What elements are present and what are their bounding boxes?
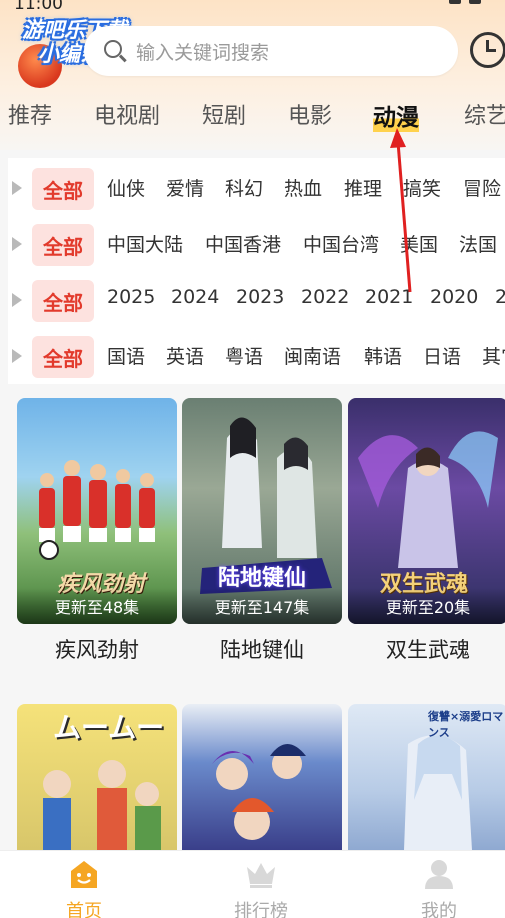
filter-panel: 全部 仙侠 爱情 科幻 热血 推理 搞笑 冒险 全部 中国大陆 中国香港 中国台… [8, 158, 505, 384]
video-card[interactable]: 復讐×溺愛ロマンス [348, 704, 505, 850]
filter-option[interactable]: 2021 [365, 286, 413, 308]
filter-option[interactable]: 中国香港 [205, 230, 281, 257]
video-title: 疾风劲射 [55, 638, 139, 662]
video-title: 双生武魂 [386, 638, 470, 662]
tab-tv-series[interactable]: 电视剧 [94, 98, 160, 130]
nav-profile-label: 我的 [421, 901, 457, 918]
filter-option[interactable]: 2022 [301, 286, 349, 308]
poster-image: ムームー [17, 704, 177, 850]
filter-row-genre: 全部 仙侠 爱情 科幻 热血 推理 搞笑 冒险 [8, 164, 505, 210]
filter-all-chip[interactable]: 全部 [32, 336, 94, 378]
filter-option[interactable]: 2025 [107, 286, 155, 308]
filter-all-chip[interactable]: 全部 [32, 168, 94, 210]
search-input[interactable]: 输入关键词搜索 [84, 26, 458, 76]
poster-image [182, 704, 342, 850]
filter-option[interactable]: 国语 [107, 342, 145, 369]
poster-title-art: 復讐×溺愛ロマンス [428, 710, 504, 739]
tab-short-drama[interactable]: 短剧 [202, 98, 246, 130]
filter-option[interactable]: 2019 [495, 286, 505, 308]
poster-image: 復讐×溺愛ロマンス [348, 704, 505, 850]
filter-option[interactable]: 热血 [284, 174, 322, 201]
tab-anime[interactable]: 动漫 [373, 98, 419, 132]
history-icon[interactable] [470, 32, 505, 68]
filter-option[interactable]: 中国台湾 [303, 230, 379, 257]
crown-icon [247, 863, 275, 888]
filter-option[interactable]: 美国 [400, 230, 438, 257]
filter-row-region: 全部 中国大陆 中国香港 中国台湾 美国 法国 [8, 220, 505, 266]
filter-option[interactable]: 2024 [171, 286, 219, 308]
nav-ranking-label: 排行榜 [234, 901, 288, 918]
video-card[interactable]: 双生武魂 更新至20集 双生武魂 [348, 398, 505, 668]
nav-home-label: 首页 [66, 901, 102, 918]
filter-all-chip[interactable]: 全部 [32, 280, 94, 322]
episode-badge: 更新至20集 [348, 588, 505, 624]
nav-ranking[interactable]: 排行榜 [211, 851, 311, 918]
filter-option[interactable]: 爱情 [166, 174, 204, 201]
poster-image: 陆地键仙 更新至147集 [182, 398, 342, 624]
filter-option[interactable]: 搞笑 [403, 174, 441, 201]
home-icon [71, 861, 97, 888]
tab-recommend[interactable]: 推荐 [8, 98, 52, 130]
filter-option[interactable]: 2023 [236, 286, 284, 308]
expand-arrow-icon[interactable] [12, 237, 22, 251]
search-placeholder: 输入关键词搜索 [136, 41, 270, 64]
filter-all-chip[interactable]: 全部 [32, 224, 94, 266]
expand-arrow-icon[interactable] [12, 349, 22, 363]
filter-option[interactable]: 日语 [423, 342, 461, 369]
episode-badge: 更新至147集 [182, 588, 342, 624]
filter-option[interactable]: 2020 [430, 286, 478, 308]
tab-variety[interactable]: 综艺 [464, 98, 505, 130]
expand-arrow-icon[interactable] [12, 181, 22, 195]
poster-image: 疾风劲射 更新至48集 [17, 398, 177, 624]
tab-movie[interactable]: 电影 [288, 98, 332, 130]
filter-option[interactable]: 闽南语 [284, 342, 341, 369]
video-card[interactable]: 疾风劲射 更新至48集 疾风劲射 [17, 398, 177, 668]
filter-row-year: 全部 2025 2024 2023 2022 2021 2020 2019 [8, 276, 505, 322]
video-card[interactable]: 陆地键仙 更新至147集 陆地键仙 [182, 398, 342, 668]
filter-option[interactable]: 粤语 [225, 342, 263, 369]
profile-icon [425, 860, 453, 889]
filter-option[interactable]: 推理 [344, 174, 382, 201]
filter-row-language: 全部 国语 英语 粤语 闽南语 韩语 日语 其它 [8, 332, 505, 378]
filter-option[interactable]: 法国 [459, 230, 497, 257]
category-tabs: 推荐 电视剧 短剧 电影 动漫 综艺 [0, 94, 505, 134]
nav-profile[interactable]: 我的 [389, 851, 489, 918]
expand-arrow-icon[interactable] [12, 293, 22, 307]
filter-option[interactable]: 英语 [166, 342, 204, 369]
nav-home[interactable]: 首页 [34, 851, 134, 918]
filter-option[interactable]: 科幻 [225, 174, 263, 201]
filter-option[interactable]: 其它 [482, 342, 505, 369]
episode-badge: 更新至48集 [17, 588, 177, 624]
video-card[interactable] [182, 704, 342, 850]
filter-option[interactable]: 韩语 [364, 342, 402, 369]
filter-option[interactable]: 中国大陆 [107, 230, 183, 257]
bottom-nav: 首页 排行榜 我的 [0, 850, 505, 918]
video-card[interactable]: ムームー [17, 704, 177, 850]
poster-image: 双生武魂 更新至20集 [348, 398, 505, 624]
video-title: 陆地键仙 [220, 638, 304, 662]
search-icon [104, 40, 122, 58]
filter-option[interactable]: 仙侠 [107, 174, 145, 201]
filter-option[interactable]: 冒险 [463, 174, 501, 201]
status-icons [449, 0, 481, 4]
